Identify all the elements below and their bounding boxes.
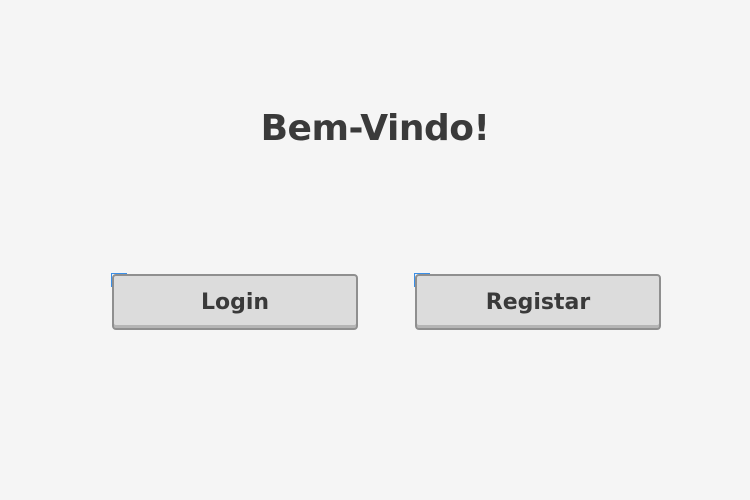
page-title: Bem-Vindo! (260, 108, 490, 149)
register-button[interactable]: Registar (415, 274, 661, 330)
login-button[interactable]: Login (112, 274, 358, 330)
